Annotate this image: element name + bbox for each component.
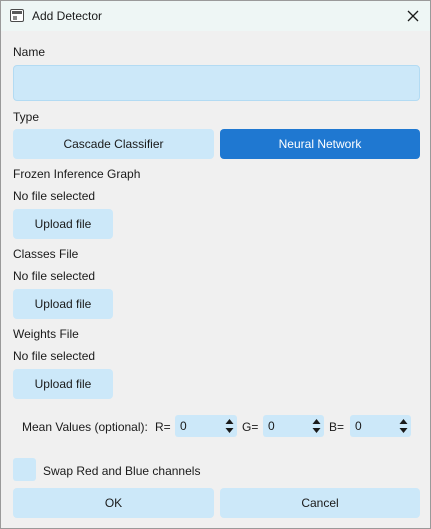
spin-arrows-icon[interactable] (312, 417, 321, 435)
spin-arrows-icon[interactable] (399, 417, 408, 435)
title-bar: Add Detector (1, 1, 430, 31)
name-label: Name (13, 45, 46, 59)
app-window-icon (10, 9, 24, 22)
classes-file-status: No file selected (13, 269, 96, 283)
weights-file-upload-button[interactable]: Upload file (13, 369, 113, 399)
g-label: G= (242, 420, 259, 434)
mean-values-label: Mean Values (optional): (22, 420, 148, 434)
g-spinbox[interactable]: 0 (263, 415, 324, 437)
b-value: 0 (355, 419, 362, 433)
ok-button[interactable]: OK (13, 488, 214, 518)
weights-file-label: Weights File (13, 327, 79, 341)
weights-file-status: No file selected (13, 349, 96, 363)
frozen-graph-label: Frozen Inference Graph (13, 167, 141, 181)
r-spinbox[interactable]: 0 (175, 415, 237, 437)
window-title: Add Detector (32, 9, 103, 23)
close-button[interactable] (401, 5, 425, 27)
frozen-graph-status: No file selected (13, 189, 96, 203)
neural-network-button[interactable]: Neural Network (220, 129, 420, 159)
classes-file-upload-button[interactable]: Upload file (13, 289, 113, 319)
b-label: B= (329, 420, 345, 434)
classes-file-label: Classes File (13, 247, 79, 261)
cascade-classifier-button[interactable]: Cascade Classifier (13, 129, 214, 159)
g-value: 0 (268, 419, 275, 433)
b-spinbox[interactable]: 0 (350, 415, 411, 437)
type-label: Type (13, 110, 40, 124)
frozen-graph-upload-button[interactable]: Upload file (13, 209, 113, 239)
swap-channels-checkbox[interactable] (13, 458, 36, 481)
r-value: 0 (180, 419, 187, 433)
cancel-button[interactable]: Cancel (220, 488, 420, 518)
r-label: R= (155, 420, 171, 434)
close-icon (407, 10, 419, 22)
name-input[interactable] (13, 65, 420, 101)
add-detector-dialog: Add Detector Name Type Cascade Classifie… (0, 0, 431, 529)
spin-arrows-icon[interactable] (225, 417, 234, 435)
swap-channels-label: Swap Red and Blue channels (43, 464, 201, 478)
